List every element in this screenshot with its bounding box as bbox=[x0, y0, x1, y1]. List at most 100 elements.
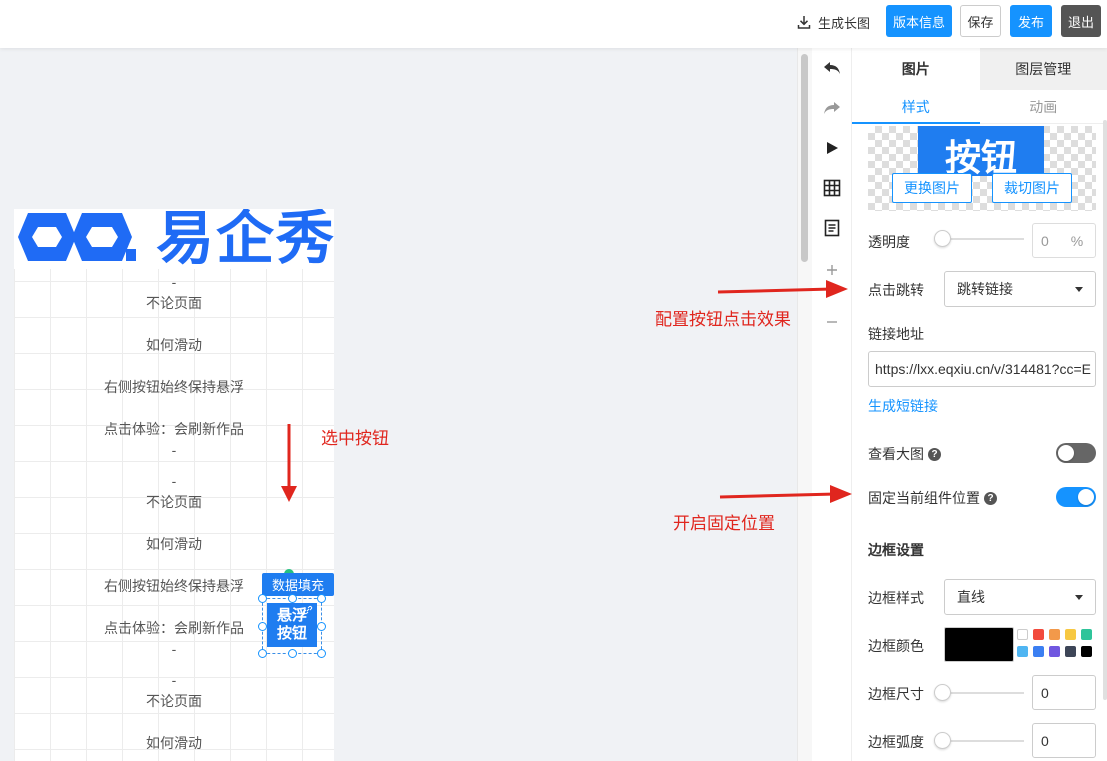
border-radius-slider-handle[interactable] bbox=[934, 732, 951, 749]
canvas-scrollbar-thumb[interactable] bbox=[801, 54, 808, 262]
click-jump-value: 跳转链接 bbox=[957, 281, 1013, 297]
opacity-slider[interactable] bbox=[934, 230, 1024, 247]
opacity-slider-handle[interactable] bbox=[934, 230, 951, 247]
resize-handle-ml[interactable] bbox=[258, 622, 267, 631]
page-text-line[interactable]: 如何滑动 bbox=[14, 535, 334, 553]
palette-color-swatch[interactable] bbox=[1049, 629, 1060, 640]
version-info-button[interactable]: 版本信息 bbox=[886, 5, 952, 37]
palette-color-swatch[interactable] bbox=[1033, 629, 1044, 640]
border-radius-label: 边框弧度 bbox=[868, 734, 924, 750]
annotation-configure-click: 配置按钮点击效果 bbox=[655, 310, 791, 329]
palette-color-swatch[interactable] bbox=[1065, 629, 1076, 640]
logo-image[interactable]: 易企秀 bbox=[14, 209, 334, 271]
border-color-swatch[interactable] bbox=[944, 627, 1014, 662]
grid-button[interactable] bbox=[820, 176, 844, 200]
zoom-in-button[interactable] bbox=[820, 258, 844, 282]
resize-handle-br[interactable] bbox=[317, 649, 326, 658]
border-color-label: 边框颜色 bbox=[868, 638, 924, 654]
vertical-toolbar bbox=[812, 48, 852, 761]
page-settings-button[interactable] bbox=[820, 216, 844, 240]
page-text-line[interactable]: 不论页面 bbox=[14, 294, 334, 312]
color-palette bbox=[1017, 629, 1099, 661]
palette-color-swatch[interactable] bbox=[1017, 629, 1028, 640]
help-icon[interactable]: ? bbox=[984, 491, 997, 505]
page-text-line[interactable]: 不论页面 bbox=[14, 692, 334, 710]
float-button-line2: 按钮 bbox=[276, 625, 307, 642]
canvas-area: 易企秀 - 不论页面 如何滑动 右侧按钮始终保持悬浮 点击体验：会刷新作品 - - 不论页面如… bbox=[0, 48, 797, 761]
border-size-input[interactable]: 0 bbox=[1032, 675, 1096, 710]
toggle-knob bbox=[1078, 489, 1094, 505]
link-icon bbox=[303, 605, 313, 615]
data-fill-tag[interactable]: 数据填充 bbox=[262, 573, 334, 596]
view-large-label: 查看大图 ? bbox=[868, 444, 941, 464]
download-icon bbox=[797, 16, 811, 29]
zoom-out-button[interactable] bbox=[820, 310, 844, 334]
page-text-line[interactable]: - bbox=[14, 671, 334, 689]
help-icon[interactable]: ? bbox=[928, 447, 941, 461]
selected-float-button[interactable]: 悬浮 按钮 bbox=[258, 594, 326, 658]
generate-long-image-button[interactable]: 生成长图 bbox=[796, 12, 870, 32]
annotation-select-button: 选中按钮 bbox=[321, 429, 389, 448]
border-style-label: 边框样式 bbox=[868, 590, 924, 606]
undo-button[interactable] bbox=[820, 56, 844, 80]
page-text-line[interactable]: 如何滑动 bbox=[14, 336, 334, 354]
page-text-line[interactable]: 不论页面 bbox=[14, 493, 334, 511]
tab-layer-management[interactable]: 图层管理 bbox=[979, 48, 1107, 90]
resize-handle-tm[interactable] bbox=[288, 594, 297, 603]
view-large-text: 查看大图 bbox=[868, 446, 924, 462]
palette-color-swatch[interactable] bbox=[1033, 646, 1044, 657]
page-text-line[interactable]: - bbox=[14, 472, 334, 490]
generate-long-image-label: 生成长图 bbox=[818, 15, 871, 31]
publish-button[interactable]: 发布 bbox=[1010, 5, 1052, 37]
image-preview: 按钮 更换图片 裁切图片 bbox=[868, 126, 1096, 211]
opacity-unit: % bbox=[1070, 232, 1084, 249]
page-canvas[interactable]: 易企秀 - 不论页面 如何滑动 右侧按钮始终保持悬浮 点击体验：会刷新作品 - - 不论页面如… bbox=[14, 209, 334, 761]
border-radius-input[interactable]: 0 bbox=[1032, 723, 1096, 758]
generate-short-link[interactable]: 生成短链接 bbox=[868, 396, 938, 416]
zoom-in-icon bbox=[827, 265, 837, 275]
palette-color-swatch[interactable] bbox=[1081, 629, 1092, 640]
exit-button[interactable]: 退出 bbox=[1061, 5, 1101, 37]
resize-handle-tr[interactable] bbox=[317, 594, 326, 603]
resize-handle-mr[interactable] bbox=[317, 622, 326, 631]
crop-image-button[interactable]: 裁切图片 bbox=[992, 173, 1072, 203]
fix-position-label: 固定当前组件位置 ? bbox=[868, 488, 997, 508]
fix-position-toggle[interactable] bbox=[1056, 487, 1096, 507]
panel-subtabs: 样式 动画 bbox=[852, 90, 1107, 124]
page-text-line[interactable]: - bbox=[14, 441, 334, 459]
page-text-line[interactable]: 右侧按钮始终保持悬浮 bbox=[14, 378, 334, 396]
palette-color-swatch[interactable] bbox=[1065, 646, 1076, 657]
opacity-input[interactable]: 0 % bbox=[1032, 223, 1096, 258]
border-size-slider-handle[interactable] bbox=[934, 684, 951, 701]
image-preview-content: 按钮 bbox=[918, 126, 1044, 178]
resize-handle-bm[interactable] bbox=[288, 649, 297, 658]
subtab-animation[interactable]: 动画 bbox=[980, 90, 1107, 123]
page-text-line[interactable]: 如何滑动 bbox=[14, 734, 334, 752]
link-address-input[interactable]: https://lxx.eqxiu.cn/v/314481?cc=E bbox=[868, 351, 1096, 387]
panel-scrollbar[interactable] bbox=[1103, 120, 1107, 700]
change-image-button[interactable]: 更换图片 bbox=[892, 173, 972, 203]
annotation-enable-fixed: 开启固定位置 bbox=[673, 514, 775, 533]
click-jump-select[interactable]: 跳转链接 bbox=[944, 271, 1096, 307]
resize-handle-bl[interactable] bbox=[258, 649, 267, 658]
resize-handle-tl[interactable] bbox=[258, 594, 267, 603]
eqxiu-logo-icon bbox=[18, 213, 136, 261]
redo-button[interactable] bbox=[820, 96, 844, 120]
save-button[interactable]: 保存 bbox=[960, 5, 1001, 37]
tab-image[interactable]: 图片 bbox=[852, 48, 980, 90]
palette-color-swatch[interactable] bbox=[1081, 646, 1092, 657]
canvas-scrollbar[interactable] bbox=[797, 48, 812, 761]
preview-button[interactable] bbox=[820, 136, 844, 160]
border-size-slider[interactable] bbox=[934, 684, 1024, 701]
chevron-down-icon bbox=[1075, 595, 1083, 600]
subtab-style[interactable]: 样式 bbox=[852, 90, 980, 124]
palette-color-swatch[interactable] bbox=[1017, 646, 1028, 657]
border-style-select[interactable]: 直线 bbox=[944, 579, 1096, 615]
zoom-out-icon bbox=[827, 321, 837, 323]
view-large-toggle[interactable] bbox=[1056, 443, 1096, 463]
page-text-line[interactable]: - bbox=[14, 273, 334, 291]
palette-color-swatch[interactable] bbox=[1049, 646, 1060, 657]
border-radius-slider[interactable] bbox=[934, 732, 1024, 749]
grid-icon bbox=[823, 179, 841, 197]
page-text-line[interactable]: 点击体验：会刷新作品 bbox=[14, 420, 334, 438]
